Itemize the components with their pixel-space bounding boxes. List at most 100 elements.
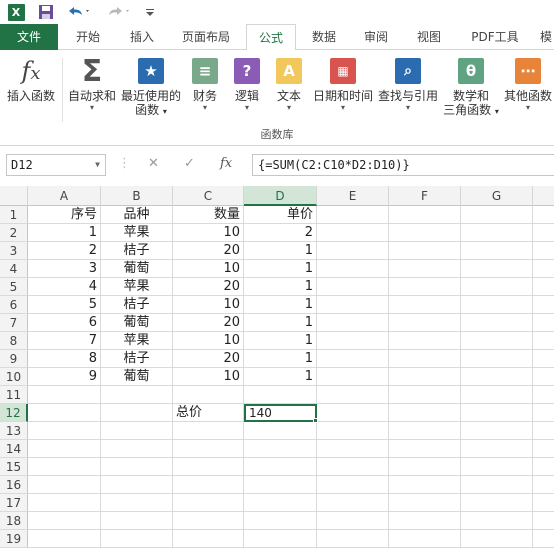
- tab-pdf-tools[interactable]: PDF工具: [460, 24, 530, 50]
- cell-h15[interactable]: [533, 458, 554, 476]
- cell-g17[interactable]: [461, 494, 533, 512]
- column-header-b[interactable]: B: [101, 186, 173, 206]
- row-header-14[interactable]: 14: [0, 440, 28, 458]
- cell-e18[interactable]: [317, 512, 389, 530]
- column-header-c[interactable]: C: [173, 186, 244, 206]
- cell-c3[interactable]: 20: [173, 242, 244, 260]
- cell-a8[interactable]: 7: [28, 332, 101, 350]
- cell-b8[interactable]: 苹果: [101, 332, 173, 350]
- cell-f7[interactable]: [389, 314, 461, 332]
- cell-f13[interactable]: [389, 422, 461, 440]
- cell-f12[interactable]: [389, 404, 461, 422]
- row-header-16[interactable]: 16: [0, 476, 28, 494]
- cell-f14[interactable]: [389, 440, 461, 458]
- cell-d17[interactable]: [244, 494, 317, 512]
- cell-a12[interactable]: [28, 404, 101, 422]
- column-header-a[interactable]: A: [28, 186, 101, 206]
- cell-d10[interactable]: 1: [244, 368, 317, 386]
- cell-d16[interactable]: [244, 476, 317, 494]
- cell-g12[interactable]: [461, 404, 533, 422]
- cell-e7[interactable]: [317, 314, 389, 332]
- cell-c14[interactable]: [173, 440, 244, 458]
- cancel-icon[interactable]: ✕: [148, 156, 159, 171]
- cell-f5[interactable]: [389, 278, 461, 296]
- cell-a5[interactable]: 4: [28, 278, 101, 296]
- column-header-h[interactable]: [533, 186, 554, 206]
- cell-f19[interactable]: [389, 530, 461, 548]
- row-header-4[interactable]: 4: [0, 260, 28, 278]
- cell-c5[interactable]: 20: [173, 278, 244, 296]
- save-icon[interactable]: [36, 2, 56, 22]
- cell-b1[interactable]: 品种: [101, 206, 173, 224]
- cell-h5[interactable]: [533, 278, 554, 296]
- cell-d5[interactable]: 1: [244, 278, 317, 296]
- tab-data[interactable]: 数据: [300, 24, 348, 50]
- cell-c4[interactable]: 10: [173, 260, 244, 278]
- cell-e17[interactable]: [317, 494, 389, 512]
- cell-g2[interactable]: [461, 224, 533, 242]
- cell-e4[interactable]: [317, 260, 389, 278]
- cell-e6[interactable]: [317, 296, 389, 314]
- cell-b3[interactable]: 桔子: [101, 242, 173, 260]
- insert-function-button[interactable]: fx 插入函数: [2, 54, 60, 126]
- tab-insert[interactable]: 插入: [116, 24, 168, 50]
- cell-e16[interactable]: [317, 476, 389, 494]
- insert-fx-icon[interactable]: fx: [220, 156, 232, 171]
- column-header-d[interactable]: D: [244, 186, 317, 206]
- cell-g6[interactable]: [461, 296, 533, 314]
- column-header-g[interactable]: G: [461, 186, 533, 206]
- cell-d19[interactable]: [244, 530, 317, 548]
- fill-handle[interactable]: [313, 418, 318, 423]
- enter-check-icon[interactable]: ✓: [184, 156, 195, 171]
- cell-b16[interactable]: [101, 476, 173, 494]
- row-header-17[interactable]: 17: [0, 494, 28, 512]
- cell-f10[interactable]: [389, 368, 461, 386]
- cell-d1[interactable]: 单价: [244, 206, 317, 224]
- recently-used-button[interactable]: ★ 最近使用的 函数 ▾: [120, 54, 182, 126]
- cell-b12[interactable]: [101, 404, 173, 422]
- cell-b11[interactable]: [101, 386, 173, 404]
- cell-d14[interactable]: [244, 440, 317, 458]
- row-header-12[interactable]: 12: [0, 404, 28, 422]
- cell-f18[interactable]: [389, 512, 461, 530]
- tab-home[interactable]: 开始: [62, 24, 114, 50]
- row-header-1[interactable]: 1: [0, 206, 28, 224]
- logical-button[interactable]: ? 逻辑 ▾: [228, 54, 266, 126]
- cell-a15[interactable]: [28, 458, 101, 476]
- tab-file[interactable]: 文件: [0, 24, 58, 50]
- cell-g7[interactable]: [461, 314, 533, 332]
- cell-c11[interactable]: [173, 386, 244, 404]
- cell-c8[interactable]: 10: [173, 332, 244, 350]
- cell-a18[interactable]: [28, 512, 101, 530]
- cell-h17[interactable]: [533, 494, 554, 512]
- cell-a14[interactable]: [28, 440, 101, 458]
- cell-g8[interactable]: [461, 332, 533, 350]
- cell-g10[interactable]: [461, 368, 533, 386]
- cell-d9[interactable]: 1: [244, 350, 317, 368]
- row-header-3[interactable]: 3: [0, 242, 28, 260]
- row-header-11[interactable]: 11: [0, 386, 28, 404]
- cell-a16[interactable]: [28, 476, 101, 494]
- cell-h9[interactable]: [533, 350, 554, 368]
- cell-g5[interactable]: [461, 278, 533, 296]
- cell-c6[interactable]: 10: [173, 296, 244, 314]
- cell-g19[interactable]: [461, 530, 533, 548]
- math-trig-button[interactable]: θ 数学和 三角函数 ▾: [440, 54, 502, 126]
- cell-f8[interactable]: [389, 332, 461, 350]
- total-label[interactable]: 总价: [173, 404, 244, 422]
- cell-h8[interactable]: [533, 332, 554, 350]
- cell-f17[interactable]: [389, 494, 461, 512]
- cell-b2[interactable]: 苹果: [101, 224, 173, 242]
- cell-b10[interactable]: 葡萄: [101, 368, 173, 386]
- cell-d15[interactable]: [244, 458, 317, 476]
- cell-b5[interactable]: 苹果: [101, 278, 173, 296]
- cell-e5[interactable]: [317, 278, 389, 296]
- cell-g13[interactable]: [461, 422, 533, 440]
- cell-d18[interactable]: [244, 512, 317, 530]
- cell-g16[interactable]: [461, 476, 533, 494]
- cell-h7[interactable]: [533, 314, 554, 332]
- more-functions-button[interactable]: ⋯ 其他函数 ▾: [502, 54, 554, 126]
- cell-d13[interactable]: [244, 422, 317, 440]
- cell-e2[interactable]: [317, 224, 389, 242]
- cell-c7[interactable]: 20: [173, 314, 244, 332]
